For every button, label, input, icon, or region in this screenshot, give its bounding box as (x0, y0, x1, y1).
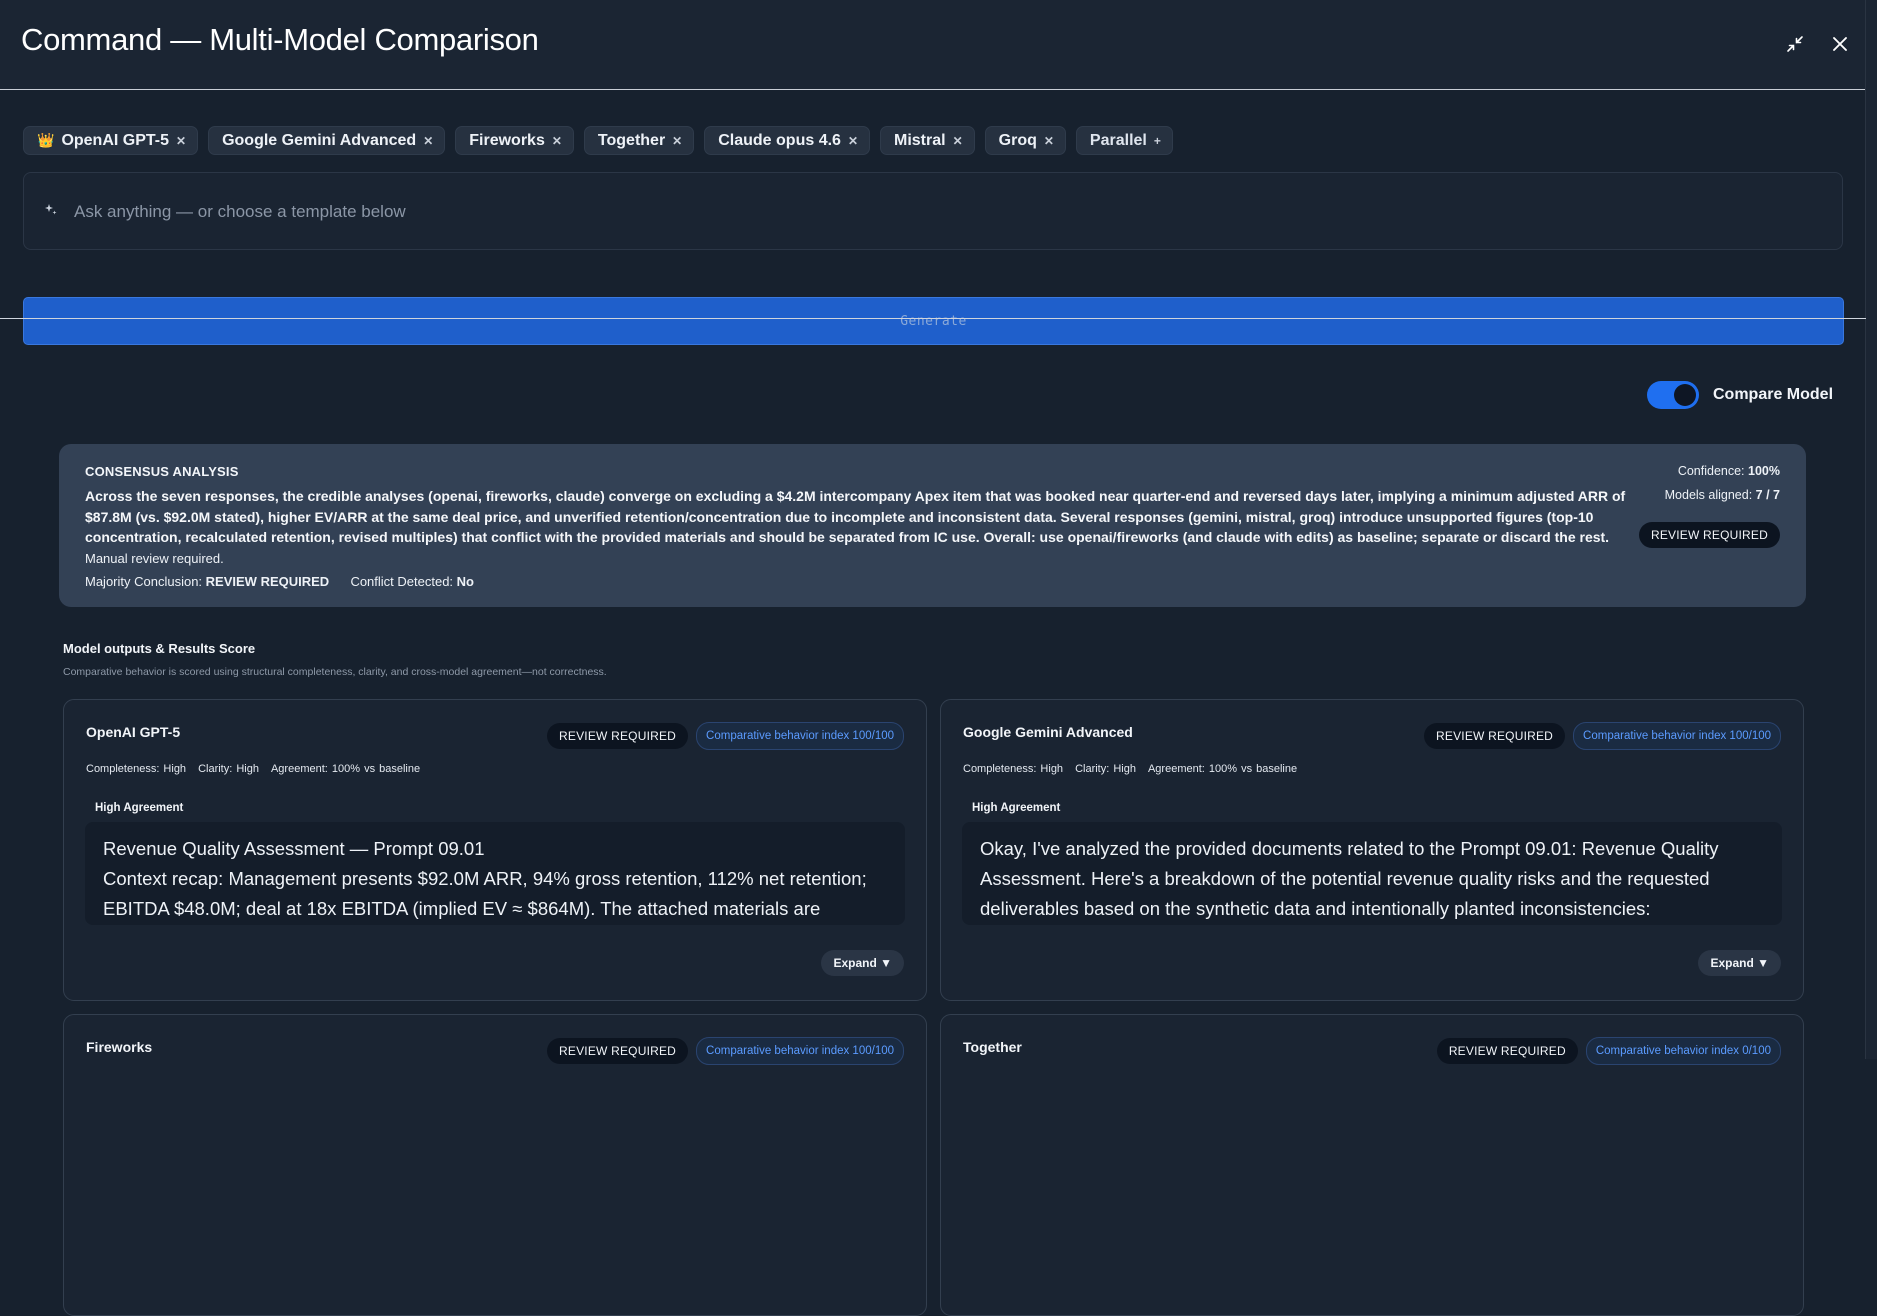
confidence-readout: Confidence: 100% (1678, 464, 1780, 478)
consensus-meta: Majority Conclusion: REVIEW REQUIRED Con… (85, 574, 474, 589)
model-name: Fireworks (86, 1039, 153, 1055)
model-name: Google Gemini Advanced (963, 724, 1133, 740)
metrics-row: Completeness: High Clarity: High Agreement… (86, 763, 432, 775)
expand-button[interactable]: Expand ▼ (1698, 950, 1781, 976)
behavior-index-badge: Comparative behavior index 100/100 (696, 1037, 904, 1065)
model-card-openai: OpenAI GPT-5 REVIEW REQUIRED Comparative… (63, 699, 927, 1001)
sparkle-icon (45, 204, 57, 215)
model-card-gemini: Google Gemini Advanced REVIEW REQUIRED C… (940, 699, 1804, 1001)
add-parallel-button[interactable]: Parallel + (1075, 126, 1173, 155)
remove-icon[interactable]: ✕ (552, 134, 562, 148)
clarity: Clarity: High (198, 763, 259, 775)
consensus-panel: CONSENSUS ANALYSIS Across the seven resp… (59, 444, 1806, 607)
consensus-status-badge: REVIEW REQUIRED (1638, 522, 1780, 548)
modal-header: Command — Multi-Model Comparison (0, 0, 1866, 90)
manual-review-note: Manual review required. (85, 551, 224, 566)
model-output: Okay, I've analyzed the provided documen… (962, 822, 1782, 925)
completeness: Completeness: High (963, 763, 1064, 775)
page-title: Command — Multi-Model Comparison (21, 22, 539, 57)
metrics-row: Completeness: High Clarity: High Agreement… (963, 763, 1309, 775)
minimize-icon[interactable] (1781, 30, 1809, 58)
output-text: Revenue Quality Assessment — Prompt 09.0… (103, 838, 867, 919)
divider (0, 318, 1866, 319)
confidence-label: Confidence: (1677, 464, 1745, 478)
model-chip-openai[interactable]: 👑 OpenAI GPT-5 ✕ (23, 126, 199, 155)
scrollbar[interactable] (1865, 0, 1877, 1059)
model-output: Revenue Quality Assessment — Prompt 09.0… (85, 822, 905, 925)
conflict-label: Conflict Detected: (350, 574, 454, 589)
model-chip-gemini[interactable]: Google Gemini Advanced ✕ (208, 126, 446, 155)
prompt-box (23, 172, 1843, 250)
chip-label: Groq (998, 131, 1037, 149)
status-badge: REVIEW REQUIRED (547, 1038, 689, 1064)
model-chip-groq[interactable]: Groq ✕ (984, 126, 1066, 155)
compare-model-label: Compare Model (1713, 386, 1834, 403)
remove-icon[interactable]: ✕ (848, 134, 858, 148)
model-chip-fireworks[interactable]: Fireworks ✕ (455, 126, 574, 155)
chip-label: Claude opus 4.6 (718, 131, 841, 149)
model-card-fireworks: Fireworks REVIEW REQUIRED Comparative be… (63, 1014, 927, 1316)
clarity: Clarity: High (1075, 763, 1136, 775)
agreement-level: High Agreement (95, 802, 184, 814)
results-title: Model outputs & Results Score (63, 641, 256, 656)
conflict-value: No (456, 574, 475, 589)
model-name: OpenAI GPT-5 (86, 724, 181, 740)
majority-value: REVIEW REQUIRED (205, 574, 330, 589)
behavior-index-badge: Comparative behavior index 100/100 (696, 722, 904, 750)
model-card-together: Together REVIEW REQUIRED Comparative beh… (940, 1014, 1804, 1316)
chip-label: Fireworks (469, 131, 545, 149)
aligned-label: Models aligned: (1664, 488, 1753, 502)
chip-label: Parallel (1089, 131, 1147, 149)
agreement: Agreement: 100% vs baseline (1147, 763, 1298, 775)
confidence-value: 100% (1748, 464, 1780, 478)
chip-label: Google Gemini Advanced (222, 131, 417, 149)
majority-label: Majority Conclusion: (85, 574, 203, 589)
model-name: Together (963, 1039, 1022, 1055)
results-subtitle: Comparative behavior is scored using str… (63, 666, 607, 678)
crown-icon: 👑 (37, 132, 55, 148)
compare-model-toggle[interactable] (1647, 381, 1699, 409)
model-chip-claude[interactable]: Claude opus 4.6 ✕ (704, 126, 870, 155)
plus-icon: + (1153, 133, 1161, 148)
status-badge: REVIEW REQUIRED (547, 723, 689, 749)
expand-button[interactable]: Expand ▼ (821, 950, 904, 976)
model-chip-together[interactable]: Together ✕ (583, 126, 695, 155)
consensus-heading: CONSENSUS ANALYSIS (85, 464, 239, 479)
generate-button[interactable]: Generate (23, 297, 1844, 345)
remove-icon[interactable]: ✕ (423, 134, 433, 148)
model-chip-bar: 👑 OpenAI GPT-5 ✕ Google Gemini Advanced … (23, 126, 1173, 155)
remove-icon[interactable]: ✕ (672, 134, 682, 148)
remove-icon[interactable]: ✕ (953, 134, 963, 148)
consensus-summary: Across the seven responses, the credible… (85, 488, 1626, 545)
remove-icon[interactable]: ✕ (1044, 134, 1054, 148)
aligned-value: 7 / 7 (1755, 488, 1780, 502)
chip-label: Together (597, 131, 666, 149)
status-badge: REVIEW REQUIRED (1436, 1038, 1578, 1064)
behavior-index-badge: Comparative behavior index 0/100 (1585, 1037, 1781, 1065)
agreement-level: High Agreement (972, 802, 1061, 814)
completeness: Completeness: High (86, 763, 187, 775)
output-text: Okay, I've analyzed the provided documen… (980, 838, 1719, 919)
prompt-input[interactable] (72, 195, 1776, 229)
chip-label: OpenAI GPT-5 (61, 131, 170, 149)
model-chip-mistral[interactable]: Mistral ✕ (880, 126, 975, 155)
status-badge: REVIEW REQUIRED (1424, 723, 1566, 749)
chip-label: Mistral (894, 131, 946, 149)
compare-model-control: Compare Model (1647, 381, 1833, 409)
remove-icon[interactable]: ✕ (176, 134, 186, 148)
close-icon[interactable] (1826, 30, 1854, 58)
behavior-index-badge: Comparative behavior index 100/100 (1573, 722, 1781, 750)
aligned-readout: Models aligned: 7 / 7 (1665, 488, 1780, 502)
agreement: Agreement: 100% vs baseline (270, 763, 421, 775)
